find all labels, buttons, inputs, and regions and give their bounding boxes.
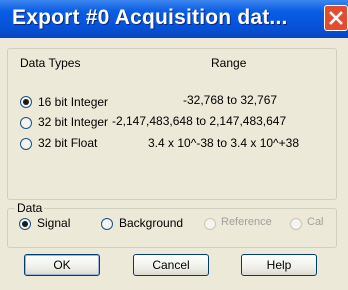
radio-cal (290, 218, 302, 230)
radio-32bit-integer[interactable] (20, 117, 32, 129)
radio-selected-dot (23, 99, 29, 105)
window-title: Export #0 Acquisition dat... (12, 6, 288, 29)
data-types-legend: Data Types (18, 56, 83, 70)
close-icon (329, 11, 343, 25)
data-legend: Data (15, 201, 45, 215)
label-reference: Reference (221, 216, 272, 228)
range-16bit-integer: -32,768 to 32,767 (183, 93, 278, 107)
label-16bit-integer[interactable]: 16 bit Integer (38, 95, 108, 109)
title-bar[interactable]: Export #0 Acquisition dat... (0, 0, 348, 38)
range-32bit-integer: -2,147,483,648 to 2,147,483,647 (112, 114, 287, 128)
export-dialog: Export #0 Acquisition dat... Data Types … (0, 0, 348, 290)
radio-signal[interactable] (19, 218, 31, 230)
label-cal: Cal (307, 216, 324, 228)
radio-background[interactable] (101, 218, 113, 230)
cancel-button[interactable]: Cancel (133, 254, 209, 276)
radio-32bit-float[interactable] (20, 138, 32, 150)
dialog-body: Data Types Range 16 bit Integer -32,768 … (0, 38, 348, 290)
range-header: Range (211, 56, 247, 70)
label-32bit-integer[interactable]: 32 bit Integer (38, 115, 108, 129)
radio-16bit-integer[interactable] (20, 96, 32, 108)
radio-selected-dot (22, 221, 28, 227)
ok-button[interactable]: OK (24, 254, 100, 276)
range-32bit-float: 3.4 x 10^-38 to 3.4 x 10^+38 (148, 136, 300, 150)
label-background[interactable]: Background (119, 216, 183, 230)
label-signal[interactable]: Signal (37, 216, 70, 230)
label-32bit-float[interactable]: 32 bit Float (38, 136, 97, 150)
radio-reference (204, 218, 216, 230)
help-button[interactable]: Help (241, 254, 317, 276)
close-button[interactable] (324, 5, 348, 31)
